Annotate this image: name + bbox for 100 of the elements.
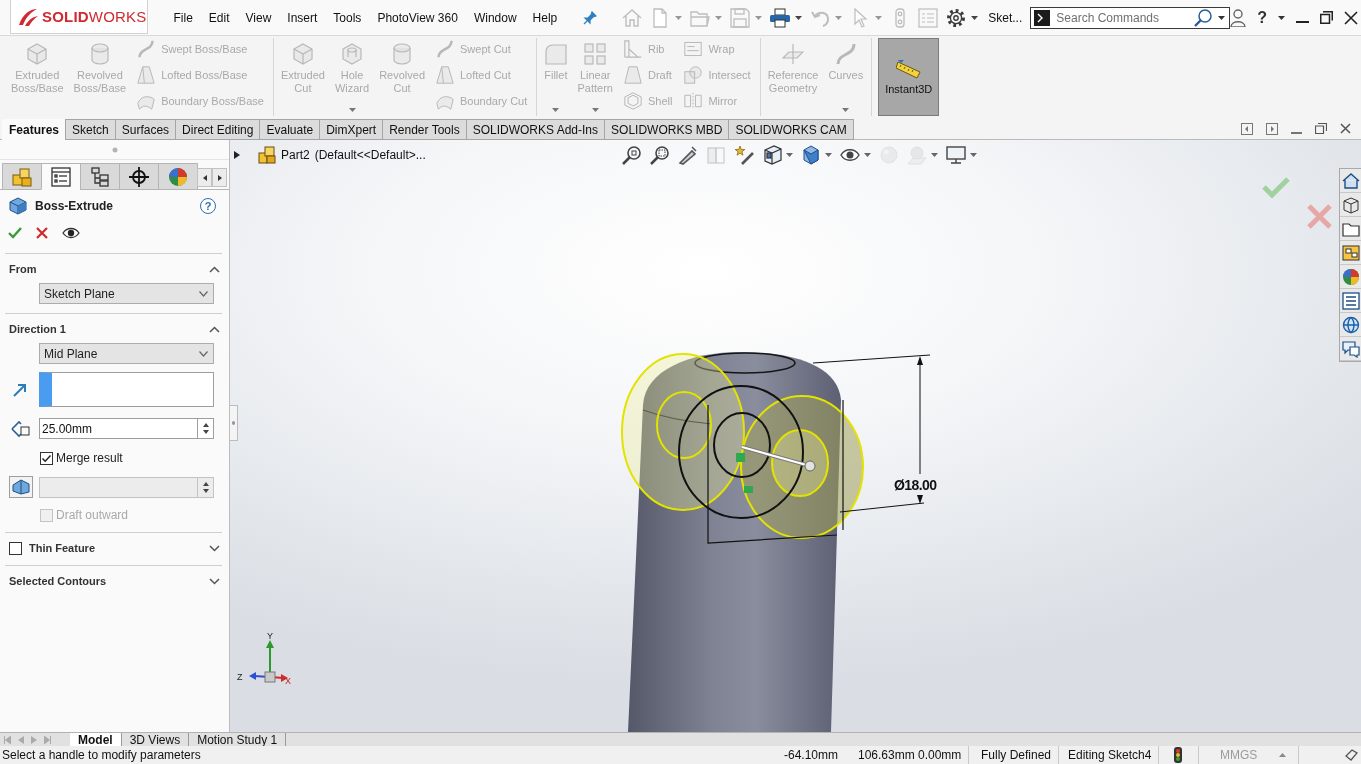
check-icon[interactable] [1262,177,1290,198]
panel-right-icon[interactable] [1266,122,1278,135]
arrow-box-icon [10,419,30,438]
dropdown[interactable]: Mid Plane [39,343,214,364]
caret-icon[interactable] [825,153,832,157]
search-field[interactable]: Search Commands [1030,6,1231,29]
task-pane-button[interactable] [1340,289,1361,313]
checkbox[interactable] [9,541,22,555]
view-cube-icon[interactable] [762,145,782,165]
dimension-label[interactable]: Ø18.00 [894,477,937,493]
restore-icon[interactable] [1315,123,1327,134]
menu-item[interactable]: Tools [325,10,370,25]
search-icon[interactable] [1194,8,1213,27]
menu-item[interactable]: Help [524,10,566,25]
instant3d-button[interactable]: Instant3D [878,38,940,116]
menu-item[interactable]: File [165,10,201,25]
panel-tab[interactable] [119,163,159,190]
magnifier-icon[interactable] [622,145,642,165]
section-title: Direction 1 [9,323,66,335]
scroll-right-button[interactable] [212,168,227,187]
chevron-down-icon[interactable] [209,577,220,585]
panel-tab[interactable] [80,163,120,190]
mirror-icon [684,92,703,110]
grip-dot-icon[interactable] [111,146,118,153]
crosshair-icon [129,166,149,187]
shaded-cube-icon[interactable] [801,145,821,165]
command-tab[interactable]: Evaluate [259,119,321,140]
user-icon[interactable] [1230,8,1247,27]
draft-icon [623,66,642,84]
command-tab[interactable]: SOLIDWORKS MBD [604,119,730,140]
checkbox-label: Merge result [56,451,123,465]
scroll-left-button[interactable] [197,168,212,187]
menu-item[interactable]: PhotoView 360 [369,10,466,25]
command-tab[interactable]: DimXpert [319,119,384,140]
pencil-icon[interactable] [678,145,698,165]
selection-field[interactable] [39,372,214,407]
command-tab[interactable]: SOLIDWORKS Add-Ins [465,119,606,140]
checkbox[interactable] [40,451,53,465]
panel-left-icon[interactable] [1241,122,1253,135]
caret-icon[interactable] [864,153,871,157]
help-button[interactable]: ? [1257,8,1268,27]
part-icon[interactable] [258,146,276,164]
star-pen-icon[interactable] [734,145,754,165]
caret-icon[interactable] [1278,15,1286,20]
spinner-icon[interactable] [197,476,214,498]
command-tab[interactable]: Surfaces [114,119,177,140]
check-icon[interactable] [8,227,22,239]
tree-icon [90,166,110,187]
sketch-profile[interactable] [621,353,864,544]
command-tab[interactable]: Direct Editing [175,119,261,140]
menu-item[interactable]: Window [465,10,525,25]
command-tab[interactable]: Features [2,119,67,140]
caret-icon[interactable] [795,15,803,20]
chevron-up-icon[interactable] [209,325,220,333]
monitor-icon[interactable] [946,145,966,165]
chevron-up-icon[interactable] [209,265,220,273]
rib-icon [623,40,642,58]
draft-toggle-button[interactable] [9,476,33,498]
panel-collapse-handle[interactable] [230,405,238,441]
diagonal-arrow-icon[interactable] [13,382,27,397]
chevron-down-icon[interactable] [209,544,220,552]
close-icon[interactable] [1340,123,1351,134]
zoom-area-icon[interactable] [650,145,670,165]
caret-up-icon[interactable] [1279,753,1287,757]
pin-icon[interactable] [583,10,598,25]
list-icon [1341,291,1360,310]
caret-icon[interactable] [1218,15,1226,20]
caret-icon[interactable] [971,15,979,20]
spinner-icon[interactable] [197,418,214,439]
menu-item[interactable]: Insert [279,10,326,25]
axis-plane-icon [782,43,804,65]
command-tab[interactable]: SOLIDWORKS CAM [728,119,854,140]
traffic-light-icon[interactable] [1174,747,1182,763]
depth-field[interactable]: 25.00mm [39,418,197,439]
triangle-right-icon [217,174,222,181]
dropdown[interactable]: Sketch Plane [39,283,214,304]
restore-icon[interactable] [1320,11,1334,24]
axis-label: Y [267,631,273,641]
shell-icon [623,92,642,110]
logo-icon [17,6,39,27]
diamond-icon[interactable] [1345,749,1358,761]
menu-item[interactable]: View [237,10,280,25]
close-icon[interactable] [1344,10,1359,25]
triangle-right-icon[interactable] [234,151,240,159]
part-name[interactable]: Part2 [281,148,310,162]
sketch-status: Fully Defined [981,748,1052,762]
axis-label: X [285,676,291,686]
command-tab[interactable]: Render Tools [382,119,467,140]
menu-item[interactable]: Edit [200,10,238,25]
search-input[interactable]: Search Commands [1056,8,1189,27]
loft-icon [436,66,454,84]
help-button[interactable]: ? [200,198,216,214]
printer-icon[interactable] [770,7,791,28]
bottom-tab[interactable]: Model [70,733,122,746]
command-tab[interactable]: Sketch [65,119,116,140]
eye-icon[interactable] [62,227,80,239]
gear-icon[interactable] [946,7,967,28]
section-title: From [9,263,37,275]
chevron-down-icon [199,290,208,297]
caret-icon[interactable] [786,153,793,157]
